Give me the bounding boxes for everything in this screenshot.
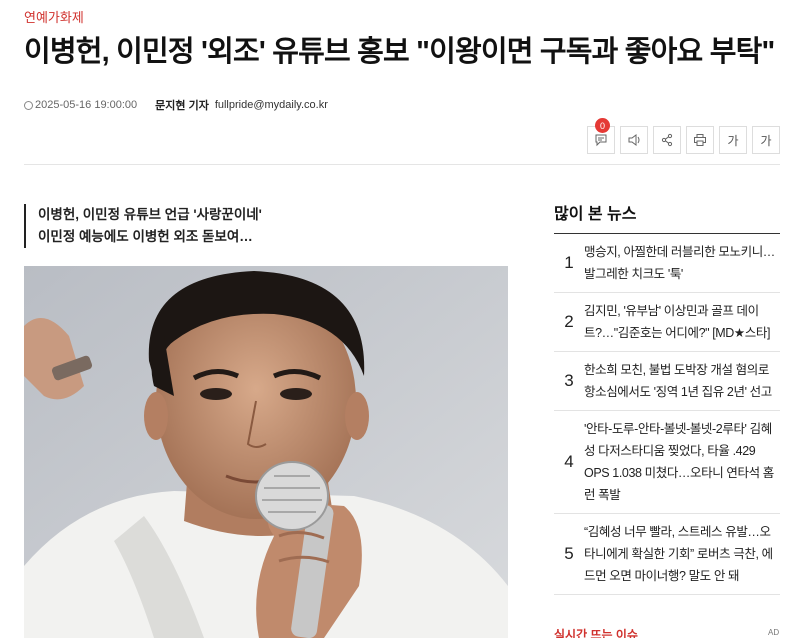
news-rank: 3 [564,371,574,390]
popular-news-item[interactable]: 4 '안타-도루-안타-볼넷-볼넷-2루타' 김혜성 다저스타디움 찢었다, 타… [554,411,780,514]
clock-icon [24,100,33,110]
summary-line: 이병헌, 이민정 유튜브 언급 '사랑꾼이네' [38,207,262,222]
summary-line: 이민정 예능에도 이병헌 외조 돋보여… [38,229,253,244]
print-icon [694,134,706,146]
popular-news-sidebar: 많이 본 뉴스 1 맹승지, 아찔한데 러블리한 모노키니… 발그레한 치크도 … [554,200,780,595]
news-rank: 5 [564,544,574,563]
popular-news-item[interactable]: 5 “김혜성 너무 빨라, 스트레스 유발…오타니에게 확실한 기회” 로버츠 … [554,514,780,595]
article-summary: 이병헌, 이민정 유튜브 언급 '사랑꾼이네' 이민정 예능에도 이병헌 외조 … [24,204,262,248]
article-toolbar: 0 가 가 [587,118,780,154]
listen-button[interactable] [620,126,648,154]
popular-news-item[interactable]: 2 김지민, '유부남' 이상민과 골프 데이트?…"김준호는 어디에?" [M… [554,293,780,352]
news-rank: 2 [564,312,574,331]
ad-label: AD [768,628,780,637]
share-button[interactable] [653,126,681,154]
speaker-icon [628,134,640,146]
comment-button[interactable]: 0 [587,118,615,154]
news-rank: 4 [564,452,574,471]
popular-news-item[interactable]: 3 한소희 모친, 불법 도박장 개설 혐의로 항소심에서도 '징역 1년 집유… [554,352,780,411]
comment-count-badge: 0 [595,118,610,133]
font-size-decrease-button[interactable]: 가 [752,126,780,154]
popular-news-item[interactable]: 1 맹승지, 아찔한데 러블리한 모노키니… 발그레한 치크도 '툭' [554,234,780,293]
print-button[interactable] [686,126,714,154]
share-icon [661,133,673,147]
news-title-link[interactable]: 맹승지, 아찔한데 러블리한 모노키니… 발그레한 치크도 '툭' [584,241,780,285]
reporter-name[interactable]: 문지현 기자 [155,97,209,113]
comment-icon [595,134,607,147]
font-size-increase-button[interactable]: 가 [719,126,747,154]
sidebar-title: 많이 본 뉴스 [554,200,780,234]
news-title-link[interactable]: 한소희 모친, 불법 도박장 개설 혐의로 항소심에서도 '징역 1년 집유 2… [584,359,780,403]
trending-issues-label[interactable]: 실시간 뜨는 이슈 [554,626,638,638]
header-divider [24,164,780,165]
article-headline: 이병헌, 이민정 '외조' 유튜브 홍보 "이왕이면 구독과 좋아요 부탁" [24,36,775,68]
news-rank: 1 [564,253,574,272]
person-with-microphone-image [24,266,508,638]
reporter-email[interactable]: fullpride@mydaily.co.kr [215,99,328,111]
publish-date: 2025-05-16 19:00:00 [35,99,138,111]
article-category[interactable]: 연예가화제 [24,7,84,26]
article-photo [24,266,508,638]
article-meta: 2025-05-16 19:00:00 문지현 기자 fullpride@myd… [24,97,328,113]
news-title-link[interactable]: 김지민, '유부남' 이상민과 골프 데이트?…"김준호는 어디에?" [MD★… [584,300,780,344]
news-title-link[interactable]: '안타-도루-안타-볼넷-볼넷-2루타' 김혜성 다저스타디움 찢었다, 타율 … [584,418,780,506]
news-title-link[interactable]: “김혜성 너무 빨라, 스트레스 유발…오타니에게 확실한 기회” 로버츠 극찬… [584,521,780,587]
